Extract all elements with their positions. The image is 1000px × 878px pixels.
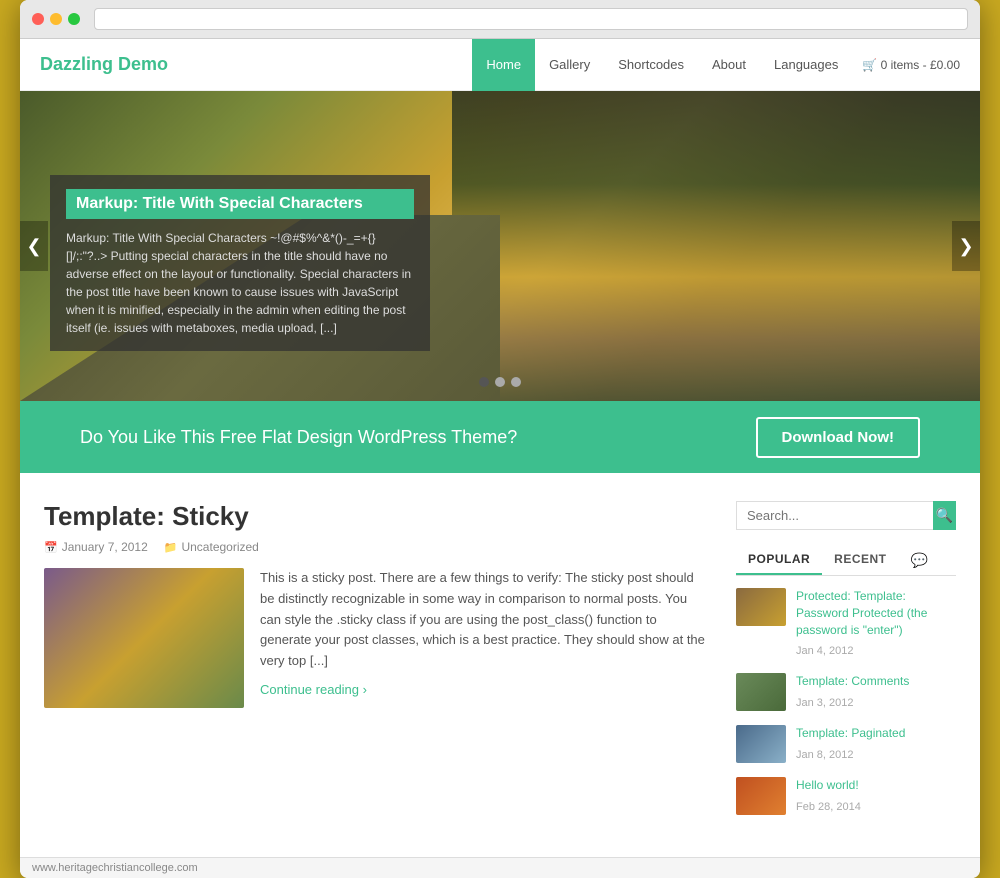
post-category: 📁 Uncategorized	[164, 540, 259, 554]
slider-dot-1[interactable]	[479, 377, 489, 387]
hero-trees-decoration	[452, 91, 980, 401]
address-bar[interactable]	[94, 8, 968, 30]
close-dot[interactable]	[32, 13, 44, 25]
hero-caption: Markup: Title With Special Characters Ma…	[50, 175, 430, 351]
site-nav: Dazzling Demo Home Gallery Shortcodes Ab…	[20, 39, 980, 91]
browser-chrome	[20, 0, 980, 39]
nav-link-gallery[interactable]: Gallery	[535, 39, 604, 91]
sidebar-tabs: POPULAR RECENT 💬	[736, 546, 956, 576]
sidebar-post-date-4: Feb 28, 2014	[796, 801, 861, 813]
read-more-link[interactable]: Continue reading ›	[260, 682, 367, 697]
nav-item-gallery[interactable]: Gallery	[535, 39, 604, 91]
post-layout: This is a sticky post. There are a few t…	[44, 568, 706, 708]
maximize-dot[interactable]	[68, 13, 80, 25]
nav-link-about[interactable]: About	[698, 39, 760, 91]
sidebar-thumb-1	[736, 588, 786, 626]
sidebar-post-info-2: Template: Comments Jan 3, 2012	[796, 673, 909, 711]
sidebar-post-date-1: Jan 4, 2012	[796, 645, 854, 657]
hero-caption-text: Markup: Title With Special Characters ~!…	[66, 229, 414, 337]
sidebar: 🔍 POPULAR RECENT 💬 Protected: Template: …	[736, 501, 956, 829]
hero-slider: Markup: Title With Special Characters Ma…	[20, 91, 980, 401]
nav-link-home[interactable]: Home	[472, 39, 535, 91]
nav-cart[interactable]: 🛒 0 items - £0.00	[862, 58, 960, 72]
nav-link-shortcodes[interactable]: Shortcodes	[604, 39, 698, 91]
tab-popular[interactable]: POPULAR	[736, 546, 822, 575]
slider-next-button[interactable]: ❯	[952, 221, 980, 271]
sidebar-post-3: Template: Paginated Jan 8, 2012	[736, 725, 956, 763]
post-meta: 📅 January 7, 2012 📁 Uncategorized	[44, 540, 706, 554]
status-bar: www.heritagechristiancollege.com	[20, 857, 980, 878]
tab-comments[interactable]: 💬	[899, 546, 941, 575]
slider-prev-button[interactable]: ❮	[20, 221, 48, 271]
post-excerpt: This is a sticky post. There are a few t…	[260, 568, 706, 672]
search-bar: 🔍	[736, 501, 956, 530]
search-button[interactable]: 🔍	[933, 501, 956, 530]
sidebar-post-info-1: Protected: Template: Password Protected …	[796, 588, 956, 659]
sidebar-thumb-2	[736, 673, 786, 711]
sidebar-post-4: Hello world! Feb 28, 2014	[736, 777, 956, 815]
sidebar-post-info-4: Hello world! Feb 28, 2014	[796, 777, 861, 815]
post-date: 📅 January 7, 2012	[44, 540, 148, 554]
sidebar-post-info-3: Template: Paginated Jan 8, 2012	[796, 725, 905, 763]
download-button[interactable]: Download Now!	[756, 417, 921, 458]
nav-item-home[interactable]: Home	[472, 39, 535, 91]
calendar-icon: 📅	[44, 541, 58, 554]
minimize-dot[interactable]	[50, 13, 62, 25]
browser-window: Dazzling Demo Home Gallery Shortcodes Ab…	[20, 0, 980, 878]
sidebar-post-date-2: Jan 3, 2012	[796, 697, 854, 709]
cta-band: Do You Like This Free Flat Design WordPr…	[20, 401, 980, 473]
tab-recent[interactable]: RECENT	[822, 546, 898, 575]
slider-dot-3[interactable]	[511, 377, 521, 387]
nav-link-languages[interactable]: Languages	[760, 39, 852, 91]
slider-dots	[479, 377, 521, 387]
sidebar-thumb-4	[736, 777, 786, 815]
site-logo: Dazzling Demo	[40, 54, 472, 75]
status-url: www.heritagechristiancollege.com	[32, 862, 198, 874]
sidebar-post-link-2[interactable]: Template: Comments	[796, 673, 909, 690]
sidebar-post-1: Protected: Template: Password Protected …	[736, 588, 956, 659]
nav-menu: Home Gallery Shortcodes About Languages	[472, 39, 852, 91]
sidebar-post-link-3[interactable]: Template: Paginated	[796, 725, 905, 742]
cta-text: Do You Like This Free Flat Design WordPr…	[80, 427, 517, 448]
content-primary: Template: Sticky 📅 January 7, 2012 📁 Unc…	[44, 501, 706, 829]
sidebar-post-link-4[interactable]: Hello world!	[796, 777, 861, 794]
sidebar-post-link-1[interactable]: Protected: Template: Password Protected …	[796, 588, 956, 638]
post-title: Template: Sticky	[44, 501, 706, 532]
post-excerpt-area: This is a sticky post. There are a few t…	[260, 568, 706, 708]
nav-item-shortcodes[interactable]: Shortcodes	[604, 39, 698, 91]
folder-icon: 📁	[164, 541, 178, 554]
nav-item-about[interactable]: About	[698, 39, 760, 91]
nav-item-languages[interactable]: Languages	[760, 39, 852, 91]
search-input[interactable]	[736, 501, 933, 530]
hero-caption-title: Markup: Title With Special Characters	[66, 189, 414, 219]
slider-dot-2[interactable]	[495, 377, 505, 387]
post-thumbnail	[44, 568, 244, 708]
main-content: Template: Sticky 📅 January 7, 2012 📁 Unc…	[20, 473, 980, 857]
sidebar-post-2: Template: Comments Jan 3, 2012	[736, 673, 956, 711]
sidebar-post-date-3: Jan 8, 2012	[796, 749, 854, 761]
sidebar-thumb-3	[736, 725, 786, 763]
